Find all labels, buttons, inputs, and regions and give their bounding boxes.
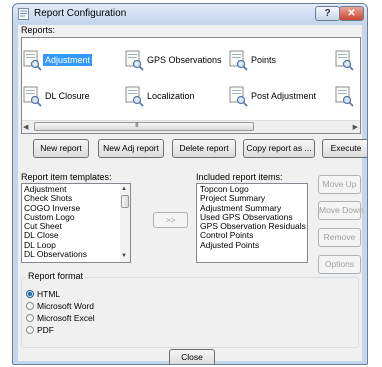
report-document-icon — [335, 86, 354, 107]
scroll-left-arrow-icon[interactable]: ◀ — [23, 123, 28, 131]
list-item[interactable]: Adjusted Points — [200, 240, 306, 250]
scroll-grip-icon: III — [135, 122, 139, 129]
included-report-items-list[interactable]: Topcon Logo Project Summary Adjustment S… — [196, 183, 308, 263]
report-document-icon — [23, 50, 42, 71]
radio-label: PDF — [37, 325, 54, 335]
report-configuration-window: Report Configuration ? ✕ Reports: Adjust… — [12, 3, 368, 365]
scroll-thumb[interactable] — [121, 195, 129, 208]
report-item-label — [355, 54, 359, 56]
radio-label: HTML — [37, 289, 61, 299]
remove-button[interactable]: Remove — [318, 228, 361, 247]
report-item-label: Points — [251, 55, 277, 65]
new-adj-report-button[interactable]: New Adj report — [98, 139, 164, 158]
report-format-label: Report format — [26, 271, 86, 281]
included-label: Included report items: — [196, 172, 283, 182]
options-button[interactable]: Options — [318, 255, 361, 274]
report-item-templates-list[interactable]: Adjustment Check Shots COGO Inverse Cust… — [21, 183, 131, 263]
scroll-thumb[interactable]: III — [34, 122, 254, 131]
templates-label: Report item templates: — [21, 172, 112, 182]
radio-label: Microsoft Excel — [37, 313, 95, 323]
scroll-up-arrow-icon[interactable]: ▲ — [121, 186, 127, 192]
report-item-label: GPS Observations — [147, 55, 222, 65]
report-document-icon — [23, 86, 42, 107]
report-item-label: Adjustment — [43, 54, 93, 66]
report-app-icon — [18, 8, 29, 20]
templates-vertical-scrollbar[interactable]: ▲ ▼ — [120, 184, 130, 262]
report-document-icon — [335, 50, 354, 71]
radio-selected-icon — [26, 290, 34, 298]
delete-report-button[interactable]: Delete report — [172, 139, 236, 158]
help-button[interactable]: ? — [315, 6, 340, 21]
dialog-body: Reports: Adjustment GPS Observations Poi… — [18, 25, 367, 364]
reports-horizontal-scrollbar[interactable]: ◀ III ▶ — [22, 120, 360, 133]
title-bar[interactable]: Report Configuration ? ✕ — [13, 4, 367, 24]
add-item-button[interactable]: >> — [153, 212, 188, 228]
report-document-icon — [125, 50, 144, 71]
list-item[interactable]: DL Observations — [24, 249, 87, 259]
report-item-label: DL Closure — [45, 91, 90, 101]
report-document-icon — [229, 50, 248, 71]
radio-empty-icon — [26, 326, 34, 334]
reports-list[interactable]: Adjustment GPS Observations Points DL Cl… — [21, 37, 361, 134]
new-report-button[interactable]: New report — [33, 139, 89, 158]
report-format-group: HTML Microsoft Word Microsoft Excel PDF — [21, 277, 359, 348]
report-document-icon — [125, 86, 144, 107]
scroll-right-arrow-icon[interactable]: ▶ — [353, 123, 358, 131]
report-document-icon — [229, 86, 248, 107]
close-button[interactable]: Close — [169, 349, 215, 364]
report-item-label: Post Adjustment — [251, 91, 317, 101]
radio-empty-icon — [26, 314, 34, 322]
window-title: Report Configuration — [34, 8, 127, 19]
execute-button[interactable]: Execute — [322, 139, 367, 158]
move-down-button[interactable]: Move Down — [318, 201, 364, 220]
scroll-down-arrow-icon[interactable]: ▼ — [121, 253, 127, 259]
close-window-button[interactable]: ✕ — [339, 6, 364, 21]
radio-empty-icon — [26, 302, 34, 310]
report-item-label: Localization — [147, 91, 195, 101]
reports-label: Reports: — [21, 25, 56, 35]
move-up-button[interactable]: Move Up — [318, 175, 361, 194]
copy-report-as-button[interactable]: Copy report as ... — [243, 139, 315, 158]
report-item-label — [355, 90, 359, 92]
radio-label: Microsoft Word — [37, 301, 94, 311]
